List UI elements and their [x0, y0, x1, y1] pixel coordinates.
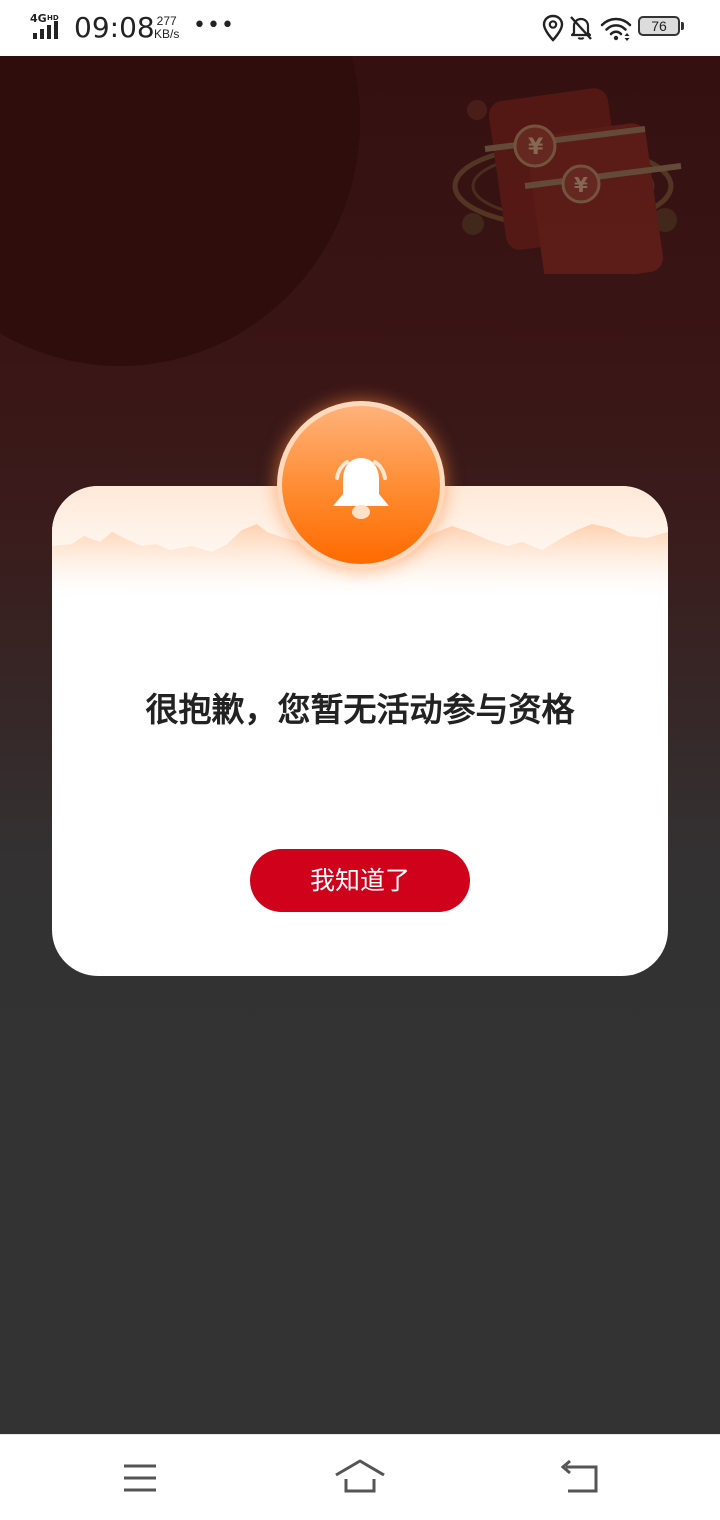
home-icon[interactable] — [332, 1455, 388, 1501]
red-envelope-illustration-icon: ¥ ¥ — [452, 88, 682, 274]
network-speed-unit: KB/s — [154, 27, 180, 41]
status-bar: 4G HD 09:08 277 KB/s ••• 76 — [0, 0, 720, 56]
location-icon — [542, 14, 564, 42]
bell-badge-inner — [282, 406, 440, 564]
system-navigation-bar — [0, 1434, 720, 1520]
back-icon[interactable] — [552, 1455, 608, 1501]
status-time: 09:08 — [74, 11, 155, 44]
dialog-message: 很抱歉，您暂无活动参与资格 — [145, 690, 575, 729]
wifi-icon — [600, 17, 632, 41]
more-notifications-icon: ••• — [193, 13, 235, 38]
bell-muted-icon — [570, 16, 592, 40]
battery-icon: 76 — [638, 16, 684, 38]
network-hd-label: HD — [47, 14, 59, 22]
svg-text:¥: ¥ — [528, 135, 544, 160]
battery-tip — [681, 22, 684, 30]
signal-icon: 4G HD — [30, 12, 59, 39]
menu-icon[interactable] — [112, 1455, 168, 1501]
svg-text:¥: ¥ — [574, 173, 588, 197]
battery-level: 76 — [638, 16, 680, 36]
network-label: 4G — [30, 12, 47, 25]
acknowledge-button[interactable]: 我知道了 — [250, 849, 470, 912]
bell-badge — [277, 401, 445, 569]
screen: 4G HD 09:08 277 KB/s ••• 76 ¥ ¥ 很抱歉，您暂无活… — [0, 0, 720, 1520]
background-circle-decoration — [0, 56, 360, 366]
network-speed: 277 KB/s — [154, 15, 179, 41]
bell-icon — [333, 458, 389, 519]
